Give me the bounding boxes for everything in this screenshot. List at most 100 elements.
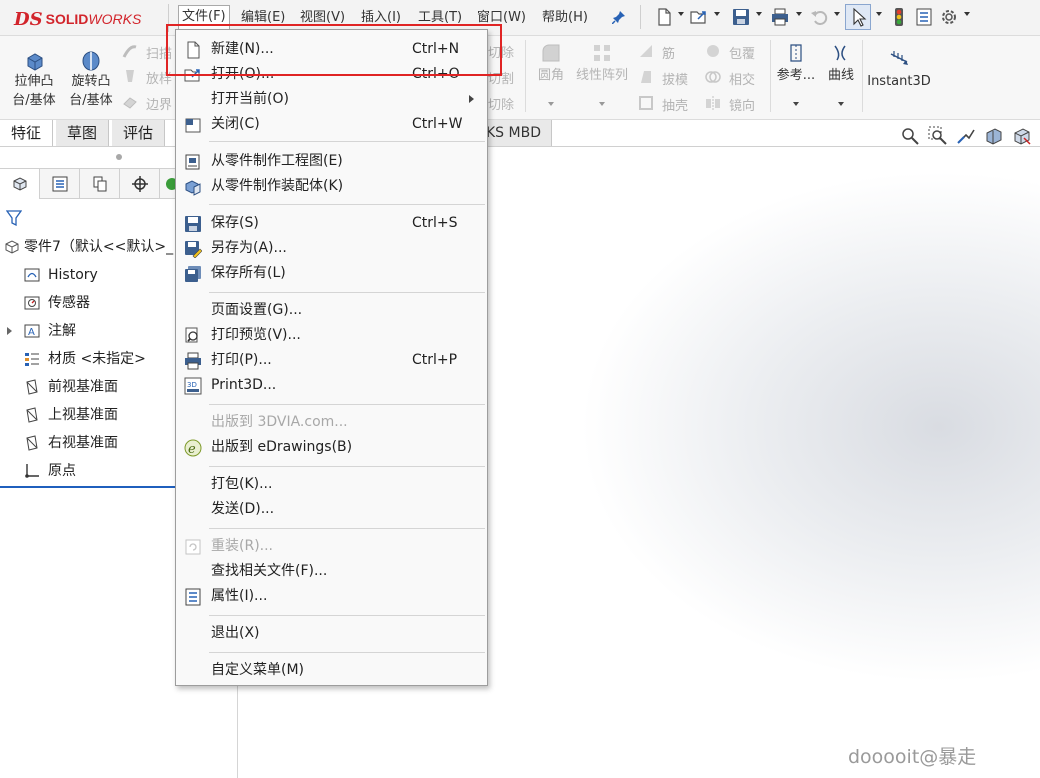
menu-item-open-current[interactable]: 打开当前(O) bbox=[176, 87, 487, 112]
menu-item-customize-menu-label: 自定义菜单(M) bbox=[211, 662, 305, 678]
property-manager-tab[interactable] bbox=[40, 169, 80, 199]
zoom-to-area-icon[interactable] bbox=[928, 126, 948, 146]
linear-pattern-chevron-down-icon[interactable] bbox=[599, 102, 605, 106]
open-dropdown-chevron-down-icon[interactable] bbox=[714, 12, 720, 16]
panel-splitter-handle[interactable] bbox=[116, 154, 122, 160]
configuration-manager-tab[interactable] bbox=[80, 169, 120, 199]
logo-works-text: WORKS bbox=[88, 11, 142, 27]
reference-geometry-button[interactable]: 参考... bbox=[776, 42, 816, 112]
feature-tree-tab[interactable] bbox=[0, 169, 40, 199]
tree-item-front-plane-label: 前视基准面 bbox=[48, 379, 118, 395]
shell-icon bbox=[639, 96, 653, 110]
menu-item-exit-label: 退出(X) bbox=[211, 625, 260, 641]
file-properties-icon[interactable] bbox=[914, 7, 934, 27]
menu-item-print[interactable]: 打印(P)... Ctrl+P bbox=[176, 348, 487, 373]
options-dropdown-chevron-down-icon[interactable] bbox=[964, 12, 970, 16]
zoom-to-fit-icon[interactable] bbox=[900, 126, 920, 146]
property-list-icon bbox=[52, 176, 67, 192]
menu-item-page-setup[interactable]: 页面设置(G)... bbox=[176, 298, 487, 323]
print-icon[interactable] bbox=[770, 7, 790, 27]
menu-item-pack-and-go-label: 打包(K)... bbox=[211, 476, 273, 492]
save-as-icon bbox=[185, 241, 202, 258]
menu-item-send-label: 发送(D)... bbox=[211, 501, 275, 517]
tab-features[interactable]: 特征 bbox=[0, 120, 54, 146]
menu-item-close-label: 关闭(C) bbox=[211, 116, 260, 132]
previous-view-icon[interactable] bbox=[956, 126, 976, 146]
menu-item-save-as[interactable]: 另存为(A)... bbox=[176, 236, 487, 261]
instant3d-button[interactable]: Instant3D bbox=[866, 42, 932, 102]
undo-icon[interactable] bbox=[809, 7, 829, 27]
print-icon bbox=[185, 352, 201, 370]
menu-item-find-references[interactable]: 查找相关文件(F)... bbox=[176, 559, 487, 584]
new-dropdown-chevron-down-icon[interactable] bbox=[678, 12, 684, 16]
tree-item-history-label: History bbox=[48, 267, 98, 283]
ribbon-separator bbox=[525, 40, 526, 112]
save-disk-icon[interactable] bbox=[731, 7, 751, 27]
menu-item-make-drawing[interactable]: 从零件制作工程图(E) bbox=[176, 149, 487, 174]
edrawings-icon: e bbox=[184, 439, 202, 457]
menu-item-pack-and-go[interactable]: 打包(K)... bbox=[176, 472, 487, 497]
toolbar-separator bbox=[640, 5, 641, 29]
menu-item-save-all[interactable]: 保存所有(L) bbox=[176, 261, 487, 286]
sweep-icon bbox=[122, 45, 137, 58]
print-dropdown-chevron-down-icon[interactable] bbox=[796, 12, 802, 16]
dimxpert-tab[interactable] bbox=[120, 169, 160, 199]
mirror-icon bbox=[706, 96, 720, 110]
undo-dropdown-chevron-down-icon[interactable] bbox=[834, 12, 840, 16]
section-view-icon[interactable] bbox=[984, 126, 1004, 146]
menu-item-properties[interactable]: 属性(I)... bbox=[176, 584, 487, 609]
display-manager-globe-icon bbox=[166, 178, 176, 190]
reference-geometry-icon bbox=[790, 44, 802, 62]
solidworks-logo[interactable]: DS SOLID WORKS bbox=[14, 8, 141, 30]
linear-pattern-button[interactable]: 线性阵列 bbox=[572, 42, 632, 112]
select-dropdown-chevron-down-icon[interactable] bbox=[876, 12, 882, 16]
menu-item-customize-menu[interactable]: 自定义菜单(M) bbox=[176, 658, 487, 683]
menu-item-publish-3dvia[interactable]: 出版到 3DVIA.com... bbox=[176, 410, 487, 435]
menu-item-print-preview[interactable]: 打印预览(V)... bbox=[176, 323, 487, 348]
fillet-button[interactable]: 圆角 bbox=[534, 42, 568, 112]
boundary-icon bbox=[123, 97, 137, 109]
select-pointer-button[interactable] bbox=[845, 4, 871, 30]
filter-icon[interactable] bbox=[5, 210, 23, 227]
new-document-icon[interactable] bbox=[654, 7, 674, 27]
tab-sketch[interactable]: 草图 bbox=[56, 120, 110, 146]
tab-solidworks-mbd[interactable]: KS MBD bbox=[486, 120, 552, 146]
menu-item-save[interactable]: 保存(S) Ctrl+S bbox=[176, 211, 487, 236]
menu-item-publish-edrawings-label: 出版到 eDrawings(B) bbox=[211, 439, 353, 455]
linear-pattern-icon bbox=[594, 45, 610, 61]
menu-item-exit[interactable]: 退出(X) bbox=[176, 621, 487, 646]
menu-item-close-shortcut: Ctrl+W bbox=[412, 116, 463, 132]
fillet-chevron-down-icon[interactable] bbox=[548, 102, 554, 106]
sensors-icon bbox=[24, 296, 40, 310]
menu-help[interactable]: 帮助(H) bbox=[539, 8, 591, 28]
close-document-icon bbox=[185, 118, 201, 133]
extrude-boss-label-line1: 拉伸凸 bbox=[14, 74, 54, 89]
curves-chevron-down-icon[interactable] bbox=[838, 102, 844, 106]
extrude-boss-label-line2: 台/基体 bbox=[12, 93, 56, 108]
options-gear-icon[interactable] bbox=[939, 7, 959, 27]
menu-item-reload[interactable]: 重装(R)... bbox=[176, 534, 487, 559]
menu-item-publish-edrawings[interactable]: e 出版到 eDrawings(B) bbox=[176, 435, 487, 460]
menu-item-print3d[interactable]: 3D Print3D... bbox=[176, 373, 487, 398]
revolve-boss-icon bbox=[82, 51, 100, 71]
material-icon bbox=[25, 353, 39, 366]
save-all-icon bbox=[185, 266, 201, 282]
curves-button[interactable]: 曲线 bbox=[822, 42, 860, 112]
watermark-text: dooooit@暴走 bbox=[848, 746, 977, 768]
save-dropdown-chevron-down-icon[interactable] bbox=[756, 12, 762, 16]
menu-item-send[interactable]: 发送(D)... bbox=[176, 497, 487, 522]
menu-item-close[interactable]: 关闭(C) Ctrl+W bbox=[176, 112, 487, 137]
view-orientation-icon[interactable] bbox=[1012, 126, 1032, 146]
pin-icon[interactable] bbox=[611, 10, 626, 25]
menu-separator bbox=[209, 404, 485, 405]
menu-separator bbox=[209, 652, 485, 653]
open-folder-icon[interactable] bbox=[689, 7, 709, 27]
tree-item-sensors-label: 传感器 bbox=[48, 295, 90, 311]
expand-chevron-right-icon[interactable] bbox=[7, 327, 12, 335]
boundary-cut-label[interactable]: 切除 bbox=[488, 94, 514, 113]
reference-chevron-down-icon[interactable] bbox=[793, 102, 799, 106]
tab-evaluate[interactable]: 评估 bbox=[112, 120, 166, 146]
rebuild-traffic-light-icon[interactable] bbox=[889, 7, 909, 27]
select-cursor-icon bbox=[853, 7, 867, 27]
menu-item-make-assembly[interactable]: 从零件制作装配体(K) bbox=[176, 174, 487, 199]
